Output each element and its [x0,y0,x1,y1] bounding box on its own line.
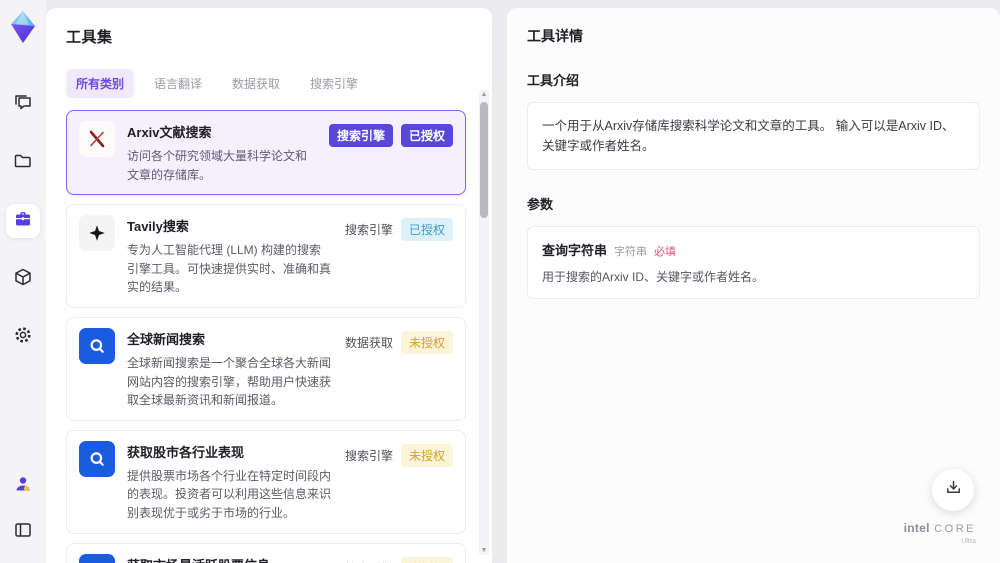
tavily-icon [79,215,115,252]
tool-card[interactable]: 全球新闻搜索 全球新闻搜索是一个聚合全球各大新闻网站内容的搜索引擎，帮助用户快速… [66,316,466,421]
intel-core-logo: intel CORE Ultra [904,519,976,545]
user-profile-button[interactable] [6,469,40,503]
tool-name: 获取市场最活跃股票信息 [127,555,333,563]
news-search-icon [79,327,115,364]
parameter-required-badge: 必填 [654,246,677,258]
tool-detail-panel: 工具详情 工具介绍 一个用于从Arxiv存储库搜索科学论文和文章的工具。 输入可… [507,8,1000,563]
scroll-up-icon[interactable]: ▲ [481,90,488,99]
tool-category-badge: 搜索引擎 [345,560,393,563]
tool-tags: 数据获取 未授权 [344,330,453,354]
intro-heading: 工具介绍 [527,73,580,88]
tab-label: 数据获取 [232,77,281,91]
sidebar-item-tools[interactable] [6,204,40,238]
tool-list: Arxiv文献搜索 访问各个研究领域大量科学论文和文章的存储库。 搜索引擎 已授… [66,110,492,563]
page-title: 工具集 [66,29,113,46]
brand-intel: intel [903,521,930,535]
tool-name: Arxiv文献搜索 [127,125,212,140]
category-tab[interactable]: 语言翻译 [144,69,212,98]
arxiv-icon [79,121,115,157]
scrollbar: ▲ ▼ [479,90,489,555]
folder-icon [13,151,33,176]
category-tab[interactable]: 数据获取 [222,69,290,98]
news-search-icon [79,553,115,563]
tool-card[interactable]: 获取市场最活跃股票信息 提供当天交易量最高的股票列表，投资者可以利用这些信息来识… [66,542,466,563]
news-search-icon [79,440,115,477]
intro-text: 一个用于从Arxiv存储库搜索科学论文和文章的工具。 输入可以是Arxiv ID… [542,119,955,153]
tool-description: 全球新闻搜索是一个聚合全球各大新闻网站内容的搜索引擎，帮助用户快速获取全球最新资… [127,355,332,408]
tool-auth-status-badge: 已授权 [400,218,453,242]
detail-title: 工具详情 [527,28,583,44]
tool-tags: 搜索引擎 已授权 [328,124,453,147]
tool-category-badge: 搜索引擎 [328,124,393,147]
tool-auth-status-badge: 未授权 [400,556,453,563]
tool-name: Tavily搜索 [127,219,189,235]
brand-sub: Ultra [961,538,976,545]
sidebar [0,0,46,563]
tool-name: 全球新闻搜索 [127,331,206,347]
tool-description: 访问各个研究领域大量科学论文和文章的存储库。 [127,149,308,182]
sidebar-nav [6,88,40,354]
tool-auth-status-badge: 未授权 [400,443,453,467]
parameter-description: 用于搜索的Arxiv ID、关键字或作者姓名。 [542,270,765,284]
app-window: 工具集 所有类别 语言翻译 数据获取 搜索引擎 Arxiv文献搜索 访问各个研究… [0,0,1000,563]
settings-gear-icon [13,325,33,350]
tool-card[interactable]: Tavily搜索 专为人工智能代理 (LLM) 构建的搜索引擎工具。可快速提供实… [66,204,466,308]
download-button[interactable] [932,469,974,511]
category-tabs: 所有类别 语言翻译 数据获取 搜索引擎 [66,69,492,98]
scroll-down-icon[interactable]: ▼ [481,546,488,555]
collapse-sidebar-button[interactable] [6,515,40,549]
tool-list-panel: 工具集 所有类别 语言翻译 数据获取 搜索引擎 Arxiv文献搜索 访问各个研究… [46,8,492,563]
tool-tags: 搜索引擎 未授权 [345,556,453,563]
tool-card[interactable]: 获取股市各行业表现 提供股票市场各个行业在特定时间段内的表现。投资者可以利用这些… [66,429,466,534]
tool-tags: 搜索引擎 未授权 [344,443,453,467]
sidebar-item-settings[interactable] [6,320,40,354]
category-tab[interactable]: 所有类别 [66,69,135,98]
collapse-panel-icon [13,520,33,545]
tab-label: 语言翻译 [154,77,203,91]
tool-tags: 搜索引擎 已授权 [344,218,453,242]
tool-card[interactable]: Arxiv文献搜索 访问各个研究领域大量科学论文和文章的存储库。 搜索引擎 已授… [66,110,466,196]
tab-label: 搜索引擎 [310,77,359,91]
parameter-meta: 查询字符串 字符串 必填 [542,240,965,259]
toolbox-icon [13,209,33,234]
tool-description: 专为人工智能代理 (LLM) 构建的搜索引擎工具。可快速提供实时、准确和真实的结… [127,243,332,295]
sidebar-bottom [6,469,40,549]
tool-description: 提供股票市场各个行业在特定时间段内的表现。投资者可以利用这些信息来识别表现优于或… [127,468,332,520]
tab-label: 所有类别 [76,77,125,91]
intro-box: 一个用于从Arxiv存储库搜索科学论文和文章的工具。 输入可以是Arxiv ID… [527,102,980,170]
download-icon [944,478,963,502]
tool-auth-status-badge: 已授权 [400,124,453,147]
tool-auth-status-badge: 未授权 [400,330,453,354]
tool-name: 获取股市各行业表现 [127,444,245,460]
app-logo [8,10,38,44]
parameter-name: 查询字符串 [542,243,608,258]
tool-category-badge: 搜索引擎 [344,223,393,238]
category-tab[interactable]: 搜索引擎 [300,69,368,98]
parameter-type: 字符串 [614,246,648,258]
chat-icon [13,93,33,118]
parameter-item: 查询字符串 字符串 必填 用于搜索的Arxiv ID、关键字或作者姓名。 [527,226,980,299]
sidebar-item-files[interactable] [6,146,40,180]
user-avatar-icon [13,474,33,499]
sidebar-item-packages[interactable] [6,262,40,296]
main-area: 工具集 所有类别 语言翻译 数据获取 搜索引擎 Arxiv文献搜索 访问各个研究… [46,0,1000,563]
scrollbar-thumb[interactable] [480,102,488,218]
sidebar-item-chat[interactable] [6,88,40,122]
package-icon [13,267,33,292]
brand-core: CORE [934,523,976,535]
params-heading: 参数 [527,197,554,212]
tool-category-badge: 数据获取 [344,335,393,350]
tool-category-badge: 搜索引擎 [344,448,393,463]
